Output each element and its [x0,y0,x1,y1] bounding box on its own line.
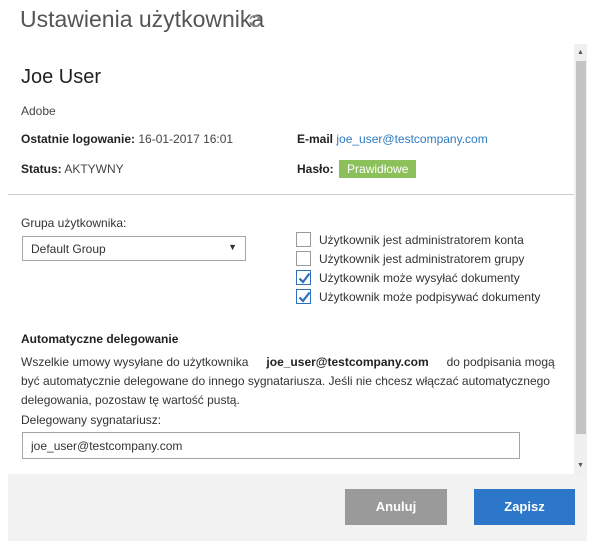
last-login-row: Ostatnie logowanie: 16-01-2017 16:01 [21,132,233,146]
permission-label: Użytkownik jest administratorem grupy [319,252,525,266]
password-label: Hasło: [297,162,334,176]
checkbox-account-admin[interactable] [296,232,311,247]
password-row: Hasło: Prawidłowe [297,160,417,178]
permission-label: Użytkownik może podpisywać dokumenty [319,290,541,304]
delegation-description: Wszelkie umowy wysyłane do użytkownika jo… [21,353,561,410]
cancel-button[interactable]: Anuluj [345,489,447,525]
checkmark-icon [298,272,311,284]
settings-panel: Joe User Adobe Ostatnie logowanie: 16-01… [8,44,574,474]
group-select-value: Default Group [31,242,106,256]
delegated-signer-input[interactable] [22,432,520,459]
checkbox-send-documents[interactable] [296,270,311,285]
dialog-title: Ustawienia użytkownika [20,6,265,32]
group-label: Grupa użytkownika: [21,216,127,230]
section-divider [8,194,574,195]
checkmark-icon [298,291,311,303]
scrollbar-thumb[interactable] [576,61,586,434]
user-name: Joe User [21,66,102,88]
delegated-signer-label: Delegowany sygnatariusz: [21,413,162,427]
status-row: Status: AKTYWNY [21,162,124,176]
dialog-header: Ustawienia użytkownika [0,0,591,44]
save-button[interactable]: Zapisz [474,489,575,525]
permission-label: Użytkownik jest administratorem konta [319,233,524,247]
checkbox-sign-documents[interactable] [296,289,311,304]
dialog-footer: Anuluj Zapisz [8,474,587,541]
status-label: Status: [21,162,62,176]
group-select[interactable]: Default Group ▼ [22,236,246,261]
vertical-scrollbar[interactable]: ▲ ▼ [574,44,587,474]
organization-name: Adobe [21,104,56,118]
scroll-up-arrow-icon[interactable]: ▲ [574,46,587,59]
email-row: E-mail joe_user@testcompany.com [297,132,488,146]
email-link[interactable]: joe_user@testcompany.com [336,132,487,146]
last-login-label: Ostatnie logowanie: [21,132,136,146]
refresh-icon[interactable] [247,13,263,29]
delegation-heading: Automatyczne delegowanie [21,332,179,346]
checkbox-group-admin[interactable] [296,251,311,266]
chevron-down-icon: ▼ [228,242,237,252]
password-status-badge: Prawidłowe [339,160,417,178]
email-label: E-mail [297,132,334,146]
status-value: AKTYWNY [64,162,124,176]
delegation-text-before: Wszelkie umowy wysyłane do użytkownika [21,355,249,369]
scroll-down-arrow-icon[interactable]: ▼ [574,459,587,472]
delegation-email: joe_user@testcompany.com [266,355,429,369]
permission-label: Użytkownik może wysyłać dokumenty [319,271,520,285]
last-login-value: 16-01-2017 16:01 [138,132,234,146]
